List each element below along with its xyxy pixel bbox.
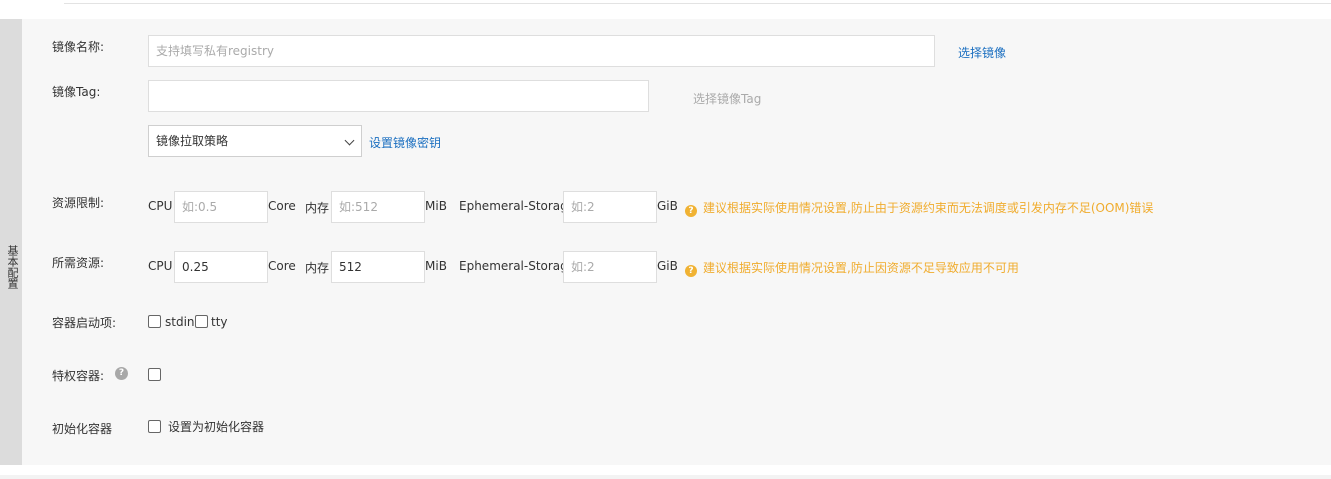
privileged-checkbox[interactable]	[148, 368, 161, 381]
stdin-label: stdin	[165, 315, 195, 329]
stdin-checkbox[interactable]	[148, 315, 161, 328]
set-image-secret-link[interactable]: 设置镜像密钥	[369, 134, 441, 151]
image-name-label: 镜像名称:	[52, 40, 105, 54]
startup-options-label: 容器启动项:	[52, 316, 117, 330]
limits-eph-input[interactable]: 如:2	[563, 191, 657, 223]
bottom-divider	[0, 475, 1331, 479]
side-tab-label: 基本配置	[6, 245, 19, 289]
basic-config-panel: 基本配置 镜像名称: 支持填写私有registry 选择镜像 镜像Tag: 选择…	[0, 19, 1331, 465]
select-image-tag-link[interactable]: 选择镜像Tag	[693, 90, 761, 107]
limits-cpu-unit: Core	[268, 199, 296, 213]
image-tag-input[interactable]	[148, 80, 649, 112]
question-circle-icon: ?	[685, 265, 697, 277]
limits-mem-label: 内存	[305, 201, 330, 215]
image-name-input[interactable]: 支持填写私有registry	[148, 35, 935, 67]
chevron-down-icon	[344, 135, 355, 146]
pull-policy-select[interactable]: 镜像拉取策略	[148, 125, 362, 157]
limits-hint: ? 建议根据实际使用情况设置,防止由于资源约束而无法调度或引发内存不足(OOM)错…	[685, 199, 1153, 217]
limits-eph-label: Ephemeral-Storage	[459, 199, 576, 213]
resource-limits-label: 资源限制:	[52, 196, 105, 210]
tty-label: tty	[211, 315, 228, 329]
question-circle-icon[interactable]: ?	[115, 367, 128, 380]
init-container-label: 初始化容器	[52, 422, 113, 436]
requests-cpu-input[interactable]: 0.25	[174, 251, 268, 283]
top-divider	[64, 0, 1331, 4]
question-circle-icon: ?	[685, 205, 697, 217]
init-container-option-label: 设置为初始化容器	[168, 420, 265, 434]
requests-eph-unit: GiB	[657, 259, 678, 273]
requests-hint: ? 建议根据实际使用情况设置,防止因资源不足导致应用不可用	[685, 259, 1019, 277]
requests-mem-input[interactable]: 512	[331, 251, 425, 283]
limits-hint-text: 建议根据实际使用情况设置,防止由于资源约束而无法调度或引发内存不足(OOM)错误	[703, 201, 1154, 215]
limits-mem-input[interactable]: 如:512	[331, 191, 425, 223]
requests-cpu-label: CPU	[148, 259, 173, 273]
requests-mem-label: 内存	[305, 261, 330, 275]
init-container-checkbox[interactable]	[148, 420, 161, 433]
limits-cpu-input[interactable]: 如:0.5	[174, 191, 268, 223]
limits-cpu-label: CPU	[148, 199, 173, 213]
requests-mem-unit: MiB	[425, 259, 447, 273]
requests-eph-label: Ephemeral-Storage	[459, 259, 576, 273]
privileged-label: 特权容器:	[52, 369, 105, 383]
limits-mem-unit: MiB	[425, 199, 447, 213]
requests-eph-input[interactable]: 如:2	[563, 251, 657, 283]
image-tag-label: 镜像Tag:	[52, 85, 101, 99]
tty-checkbox[interactable]	[195, 315, 208, 328]
limits-eph-unit: GiB	[657, 199, 678, 213]
select-image-link[interactable]: 选择镜像	[958, 44, 1006, 61]
side-tab-basic-config[interactable]: 基本配置	[0, 19, 22, 465]
pull-policy-value: 镜像拉取策略	[156, 134, 229, 148]
requests-hint-text: 建议根据实际使用情况设置,防止因资源不足导致应用不可用	[703, 261, 1019, 275]
resource-requests-label: 所需资源:	[52, 256, 105, 270]
requests-cpu-unit: Core	[268, 259, 296, 273]
